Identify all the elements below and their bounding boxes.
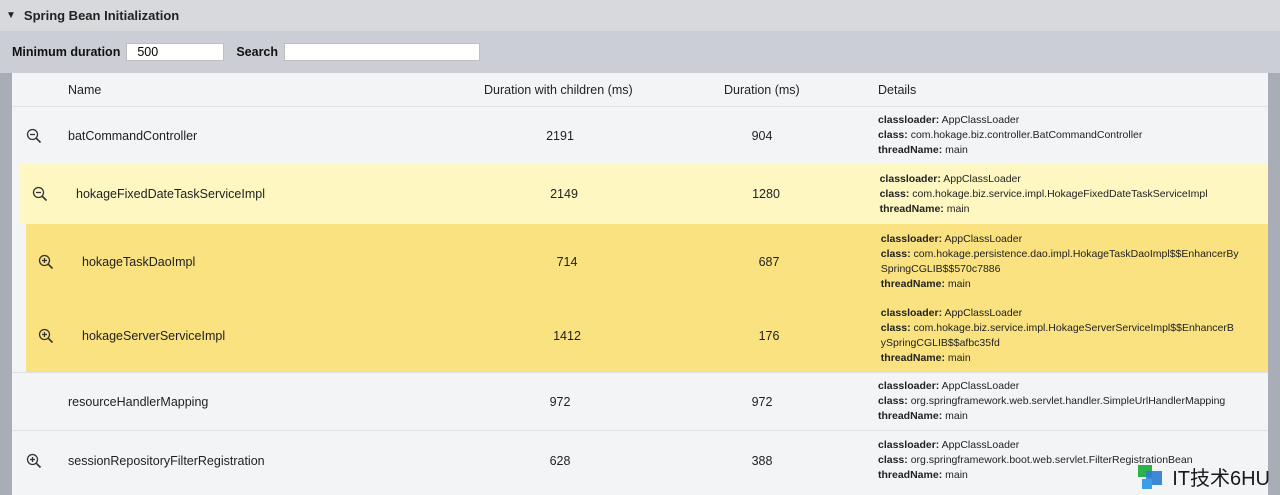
filter-bar: Minimum duration Search <box>0 31 1280 73</box>
bean-name: batCommandController <box>68 128 198 143</box>
thread-name-label: threadName: <box>878 469 943 481</box>
class-label: class: <box>878 454 908 466</box>
col-name-header[interactable]: Name <box>68 73 101 106</box>
table-row[interactable]: sessionRepositoryFilterRegistration 628 38… <box>12 430 1268 490</box>
duration: 388 <box>751 453 773 468</box>
table-row[interactable]: resourceHandlerMapping 972 972 classloader:… <box>12 372 1268 430</box>
bean-details: classloader: AppClassLoader class: com.ho… <box>878 107 1142 164</box>
class-label: class: <box>878 395 908 407</box>
class-value: com.hokage.biz.service.impl.HokageServer… <box>913 321 1234 334</box>
zoom-out-icon[interactable] <box>32 186 48 202</box>
min-duration-input[interactable] <box>126 43 225 61</box>
search-label: Search <box>236 45 279 59</box>
duration-with-children: 628 <box>549 453 571 468</box>
thread-name-value: main <box>945 469 968 481</box>
classloader-label: classloader: <box>878 380 940 392</box>
collapse-triangle-icon[interactable]: ▼ <box>6 10 16 21</box>
col-details-header: Details <box>878 82 917 97</box>
class-value: org.springframework.web.servlet.handler.… <box>910 395 1226 407</box>
thread-name-label: threadName: <box>879 202 944 215</box>
bean-name: sessionRepositoryFilterRegistration <box>68 453 265 468</box>
table-row[interactable]: hokageTaskDaoImpl 714 687 classloader: AppC… <box>26 224 1268 299</box>
thread-name-label: threadName: <box>878 144 943 156</box>
class-value-continued: SpringCGLIB$$570c7886 <box>880 262 1001 275</box>
thread-name-value: main <box>946 202 970 215</box>
duration: 904 <box>751 128 773 143</box>
class-value: com.hokage.biz.service.impl.HokageFixedD… <box>912 187 1208 200</box>
section-title: Spring Bean Initialization <box>23 8 180 23</box>
search-input[interactable] <box>284 43 481 61</box>
zoom-in-icon[interactable] <box>38 328 54 344</box>
bean-details: classloader: AppClassLoader class: com.ho… <box>881 299 1234 372</box>
classloader-label: classloader: <box>880 306 943 319</box>
bean-table: Name Duration with children (ms) Duratio… <box>12 73 1268 495</box>
duration-with-children: 2149 <box>550 187 578 201</box>
zoom-out-icon[interactable] <box>26 128 42 144</box>
classloader-label: classloader: <box>878 439 940 451</box>
thread-name-value: main <box>945 144 968 156</box>
duration: 1280 <box>752 187 780 201</box>
watermark-logo-icon <box>1138 464 1166 489</box>
classloader-value: AppClassLoader <box>943 172 1021 185</box>
thread-name-value: main <box>945 410 968 422</box>
thread-name-value: main <box>947 277 971 290</box>
thread-name-value: main <box>947 351 971 364</box>
zoom-in-icon[interactable] <box>38 254 54 270</box>
table-row[interactable]: hokageServerServiceImpl 1412 176 classloade… <box>26 299 1268 372</box>
classloader-value: AppClassLoader <box>941 114 1020 126</box>
col-duration-header[interactable]: Duration (ms) <box>724 73 800 106</box>
class-label: class: <box>879 187 910 200</box>
table-row[interactable]: batCommandController 2191 904 classloader: … <box>12 106 1268 164</box>
duration: 176 <box>758 328 780 343</box>
thread-name-label: threadName: <box>880 351 945 364</box>
duration-with-children: 2191 <box>546 128 574 143</box>
table-row[interactable]: hokageFixedDateTaskServiceImpl 2149 1280 cl… <box>20 164 1268 224</box>
watermark: IT技术6HU <box>1138 462 1270 491</box>
duration-with-children: 1412 <box>553 328 581 343</box>
class-label: class: <box>880 247 911 260</box>
duration: 687 <box>758 254 780 269</box>
duration-with-children: 972 <box>549 394 571 409</box>
thread-name-label: threadName: <box>880 277 945 290</box>
classloader-value: AppClassLoader <box>941 439 1020 451</box>
watermark-text: IT技术6HU <box>1172 468 1270 490</box>
class-value: com.hokage.persistence.dao.impl.HokageTa… <box>913 247 1239 260</box>
bean-name: hokageFixedDateTaskServiceImpl <box>76 187 265 201</box>
bean-details: classloader: AppClassLoader class: org.sp… <box>878 373 1225 430</box>
bean-name: hokageTaskDaoImpl <box>82 254 196 269</box>
min-duration-label: Minimum duration <box>12 45 121 59</box>
col-dwc-header[interactable]: Duration with children (ms) <box>484 73 633 106</box>
classloader-label: classloader: <box>879 172 941 185</box>
bean-name: resourceHandlerMapping <box>68 394 209 409</box>
class-value-continued: ySpringCGLIB$$afbc35fd <box>880 336 1000 349</box>
bean-name: hokageServerServiceImpl <box>82 328 226 343</box>
bean-details: classloader: AppClassLoader class: com.ho… <box>881 224 1239 299</box>
section-header[interactable]: ▼ Spring Bean Initialization <box>0 0 1280 31</box>
table-header: Name Duration with children (ms) Duratio… <box>12 73 1268 106</box>
zoom-in-icon[interactable] <box>26 453 42 469</box>
classloader-label: classloader: <box>878 114 940 126</box>
class-value: com.hokage.biz.controller.BatCommandCont… <box>910 129 1143 141</box>
classloader-value: AppClassLoader <box>944 232 1023 245</box>
classloader-value: AppClassLoader <box>941 380 1020 392</box>
thread-name-label: threadName: <box>878 410 943 422</box>
duration: 972 <box>751 394 773 409</box>
classloader-label: classloader: <box>880 232 943 245</box>
class-label: class: <box>880 321 911 334</box>
bean-details: classloader: AppClassLoader class: com.ho… <box>880 164 1208 224</box>
class-label: class: <box>878 129 908 141</box>
classloader-value: AppClassLoader <box>944 306 1023 319</box>
duration-with-children: 714 <box>556 254 578 269</box>
